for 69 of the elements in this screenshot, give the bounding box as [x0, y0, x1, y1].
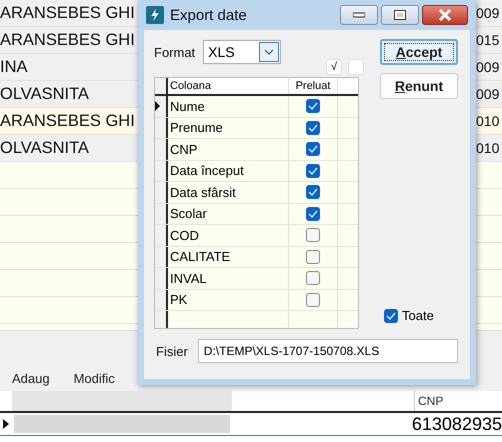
row-header[interactable] [155, 182, 168, 202]
minimize-button[interactable] [340, 5, 378, 25]
accept-button[interactable]: Accept [380, 39, 458, 65]
checkbox[interactable] [384, 308, 398, 322]
format-dropdown[interactable]: XLS [203, 40, 282, 64]
row-header[interactable] [155, 225, 168, 246]
table-cell: INVAL [168, 268, 289, 288]
table-cell: PK [168, 290, 289, 310]
column-header: Coloana [168, 78, 289, 94]
table-cell: Scolar [168, 204, 289, 224]
table-cell-text: 009 [476, 86, 500, 102]
cancel-button[interactable]: Renunt [380, 73, 458, 99]
checkbox[interactable] [306, 185, 320, 200]
row-header[interactable] [155, 268, 168, 288]
dropdown-button[interactable] [259, 42, 280, 62]
table-cell-text: 009 [476, 5, 500, 21]
checkbox[interactable] [306, 142, 320, 156]
close-icon [438, 9, 452, 21]
checkbox[interactable] [306, 271, 320, 286]
window-title: Export date [170, 6, 248, 24]
column-header: CNP [414, 391, 444, 411]
checkbox[interactable] [306, 292, 320, 307]
row-header[interactable] [155, 246, 168, 267]
table-cell: CALITATE [168, 246, 289, 267]
checkbox[interactable] [306, 120, 320, 135]
table-cell-text: 015 [476, 32, 500, 48]
table-cell-text: 010 [476, 113, 500, 129]
table-cell: 613082935 [412, 414, 502, 434]
file-path-field[interactable]: D:\TEMP\XLS-1707-150708.XLS [198, 339, 458, 363]
table-cell: Data început [168, 160, 289, 181]
row-header[interactable] [155, 96, 168, 116]
row-header[interactable] [155, 118, 168, 138]
column-header: Preluat [289, 78, 338, 94]
row-pointer-icon [155, 101, 160, 112]
table-cell: COD [168, 225, 289, 246]
table-cell: ARANSEBES GHI [0, 112, 136, 130]
table-cell: ARANSEBES GHI [0, 30, 136, 50]
table-cell-text: OLVASNITA [0, 84, 90, 104]
table-cell-text: INA [0, 58, 29, 76]
row-header[interactable] [155, 311, 168, 328]
checkbox[interactable] [306, 206, 320, 221]
row-header[interactable] [155, 290, 168, 310]
checkbox[interactable] [306, 99, 320, 114]
checkbox[interactable] [306, 228, 320, 242]
format-label: Format [154, 44, 196, 60]
table-cell: Prenume [168, 118, 289, 138]
checkbox[interactable] [306, 250, 320, 264]
checkbox-label: Toate [402, 308, 434, 323]
small-button[interactable]: √ [326, 59, 342, 75]
row-header[interactable] [155, 160, 168, 181]
table-cell-text: 010 [476, 140, 500, 156]
toolbar-button[interactable]: Modific [66, 369, 123, 388]
checkbox[interactable] [306, 164, 320, 178]
table-cell: Nume [168, 96, 289, 116]
table-cell-text: 009 [476, 59, 500, 75]
table-cell: Data sfârsit [168, 182, 289, 202]
close-button[interactable] [422, 5, 468, 25]
table-cell-text: OLVASNITA [0, 138, 90, 158]
minimize-icon [353, 12, 365, 18]
lightning-icon [146, 6, 164, 24]
maximize-icon [394, 10, 406, 20]
table-cell: CNP [168, 139, 289, 160]
toolbar-button[interactable]: Adaug [4, 369, 58, 388]
file-label: Fisier [156, 344, 188, 358]
chevron-down-icon [264, 49, 274, 55]
maximize-button[interactable] [381, 5, 419, 25]
row-header[interactable] [155, 139, 168, 160]
row-header[interactable] [155, 204, 168, 224]
table-cell: ARANSEBES GHI [0, 4, 136, 22]
